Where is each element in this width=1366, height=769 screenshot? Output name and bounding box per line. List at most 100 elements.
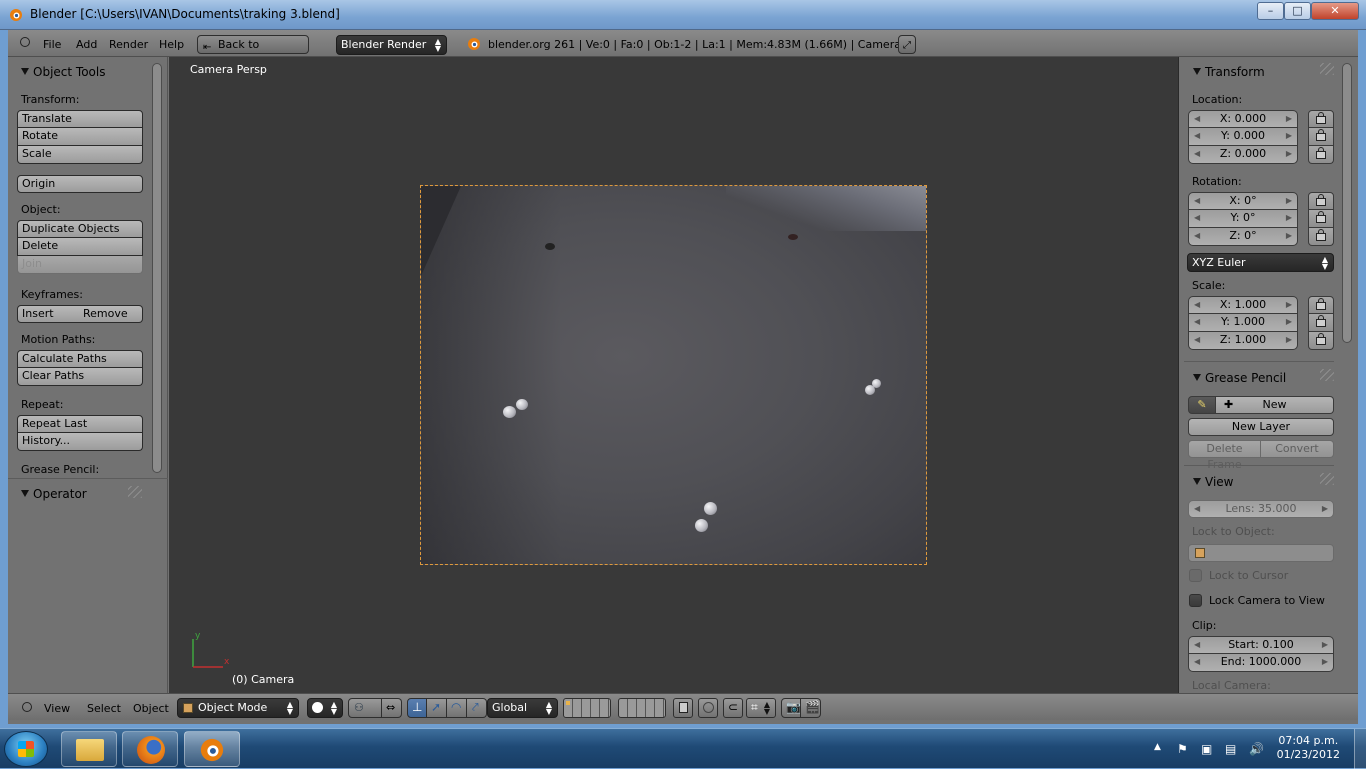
- transform-panel-header[interactable]: Transform: [1180, 61, 1340, 85]
- taskbar-blender[interactable]: [184, 731, 240, 767]
- scene-layers-group-2[interactable]: [618, 698, 666, 718]
- location-z-field[interactable]: ◀ Z: 0.000 ▶: [1188, 146, 1298, 164]
- menu-view[interactable]: View: [44, 702, 70, 715]
- lens-field[interactable]: ◀ Lens: 35.000 ▶: [1188, 500, 1334, 518]
- join-button[interactable]: Join: [17, 256, 143, 274]
- device-icon[interactable]: ▣: [1201, 742, 1212, 756]
- proportional-editing-button[interactable]: [698, 698, 718, 718]
- rotation-mode-select[interactable]: XYZ Euler ▲ ▼: [1187, 253, 1334, 272]
- render-animation-button[interactable]: 🎬: [801, 698, 821, 718]
- translate-button[interactable]: Translate: [17, 110, 143, 128]
- manipulator-toggle[interactable]: ⇔: [382, 698, 402, 718]
- view-panel-header[interactable]: View: [1180, 471, 1340, 495]
- location-y-field[interactable]: ◀ Y: 0.000 ▶: [1188, 128, 1298, 146]
- history-button[interactable]: History...: [17, 433, 143, 451]
- origin-button[interactable]: Origin: [17, 175, 143, 193]
- rotation-z-field[interactable]: ◀ Z: 0° ▶: [1188, 228, 1298, 246]
- delete-button[interactable]: Delete: [17, 238, 143, 256]
- lock-location-z-button[interactable]: [1308, 146, 1334, 164]
- menu-add[interactable]: Add: [76, 38, 97, 51]
- lock-scale-z-button[interactable]: [1308, 332, 1334, 350]
- taskbar-firefox[interactable]: [122, 731, 178, 767]
- lock-rotation-z-button[interactable]: [1308, 228, 1334, 246]
- lock-location-x-button[interactable]: [1308, 110, 1334, 128]
- render-engine-select[interactable]: Blender Render ▲ ▼: [336, 35, 447, 55]
- lock-rotation-y-button[interactable]: [1308, 210, 1334, 228]
- panel-expanded-icon: [1193, 478, 1201, 485]
- object-tools-panel-header[interactable]: Object Tools: [8, 61, 168, 85]
- mode-select[interactable]: Object Mode ▲ ▼: [177, 698, 299, 718]
- grease-pencil-panel-header[interactable]: Grease Pencil: [1180, 367, 1340, 391]
- panel-drag-grip[interactable]: [1320, 369, 1334, 381]
- manipulator-scale-button[interactable]: ◠: [447, 698, 467, 718]
- lock-location-y-button[interactable]: [1308, 128, 1334, 146]
- grease-pencil-new-button[interactable]: ✚ New: [1216, 396, 1334, 414]
- duplicate-objects-button[interactable]: Duplicate Objects: [17, 220, 143, 238]
- rotation-y-field[interactable]: ◀ Y: 0° ▶: [1188, 210, 1298, 228]
- repeat-last-button[interactable]: Repeat Last: [17, 415, 143, 433]
- close-button[interactable]: ✕: [1311, 2, 1359, 20]
- editor-type-icon[interactable]: [22, 702, 32, 712]
- delete-frame-button[interactable]: Delete Frame: [1188, 440, 1261, 471]
- convert-button[interactable]: Convert: [1261, 440, 1334, 458]
- toolshelf-scrollbar[interactable]: [152, 63, 162, 473]
- fullscreen-button[interactable]: ⤢: [898, 35, 916, 54]
- clip-end-field[interactable]: ◀ End: 1000.000 ▶: [1188, 654, 1334, 672]
- scale-z-field[interactable]: ◀ Z: 1.000 ▶: [1188, 332, 1298, 350]
- properties-scrollbar[interactable]: [1342, 63, 1352, 343]
- clip-start-field[interactable]: ◀ Start: 0.100 ▶: [1188, 636, 1334, 654]
- lock-to-cursor-checkbox[interactable]: [1189, 569, 1202, 582]
- lock-rotation-x-button[interactable]: [1308, 192, 1334, 210]
- 3d-viewport[interactable]: Camera Persp y x (0) Camera: [169, 57, 1179, 693]
- clear-paths-button[interactable]: Clear Paths: [17, 368, 143, 386]
- editor-type-icon[interactable]: [20, 37, 30, 47]
- menu-help[interactable]: Help: [159, 38, 184, 51]
- lock-scale-y-button[interactable]: [1308, 314, 1334, 332]
- back-to-previous-button[interactable]: ⇤ Back to Previous: [197, 35, 309, 68]
- background-corner: [421, 186, 461, 276]
- snap-element-select[interactable]: ⌗ ▲ ▼: [746, 698, 776, 718]
- taskbar-explorer[interactable]: [61, 731, 117, 767]
- menu-render[interactable]: Render: [109, 38, 148, 51]
- insert-keyframe-button[interactable]: Insert: [17, 305, 80, 323]
- minimize-button[interactable]: –: [1257, 2, 1284, 20]
- manipulator-translate-button[interactable]: ⊥: [407, 698, 427, 718]
- new-layer-button[interactable]: New Layer: [1188, 418, 1334, 436]
- panel-drag-grip[interactable]: [128, 486, 142, 498]
- scale-x-field[interactable]: ◀ X: 1.000 ▶: [1188, 296, 1298, 314]
- panel-drag-grip[interactable]: [1320, 63, 1334, 75]
- location-x-field[interactable]: ◀ X: 0.000 ▶: [1188, 110, 1298, 128]
- pivot-point-select[interactable]: ⚇: [348, 698, 382, 718]
- maximize-button[interactable]: □: [1284, 2, 1311, 20]
- flag-icon[interactable]: ⚑: [1177, 742, 1188, 756]
- remove-keyframe-button[interactable]: Remove: [79, 305, 143, 323]
- menu-object[interactable]: Object: [133, 702, 169, 715]
- calculate-paths-button[interactable]: Calculate Paths: [17, 350, 143, 368]
- operator-panel-header[interactable]: Operator: [8, 483, 168, 507]
- scene-layers-group-1[interactable]: [563, 698, 611, 718]
- manipulator-extra-button[interactable]: ⤤: [467, 698, 487, 718]
- grease-pencil-draw-button[interactable]: ✎: [1188, 396, 1216, 414]
- lock-layers-button[interactable]: [673, 698, 693, 718]
- show-hidden-icons-icon[interactable]: ▲: [1154, 742, 1161, 752]
- scale-button[interactable]: Scale: [17, 146, 143, 164]
- snap-toggle-button[interactable]: ⊂: [723, 698, 743, 718]
- network-icon[interactable]: ▤: [1225, 742, 1236, 756]
- lock-camera-to-view-checkbox[interactable]: [1189, 594, 1202, 607]
- speaker-icon[interactable]: 🔊: [1249, 742, 1264, 756]
- transform-orientation-select[interactable]: Global ▲ ▼: [487, 698, 558, 718]
- panel-drag-grip[interactable]: [1320, 473, 1334, 485]
- lock-scale-x-button[interactable]: [1308, 296, 1334, 314]
- rotate-button[interactable]: Rotate: [17, 128, 143, 146]
- menu-file[interactable]: File: [43, 38, 61, 51]
- viewport-shading-select[interactable]: ▲ ▼: [307, 698, 343, 718]
- render-still-button[interactable]: 📷: [781, 698, 801, 718]
- rotation-x-field[interactable]: ◀ X: 0° ▶: [1188, 192, 1298, 210]
- scale-y-field[interactable]: ◀ Y: 1.000 ▶: [1188, 314, 1298, 332]
- lock-to-object-field[interactable]: [1188, 544, 1334, 562]
- menu-select[interactable]: Select: [87, 702, 121, 715]
- manipulator-rotate-button[interactable]: ➚: [427, 698, 447, 718]
- show-desktop-button[interactable]: [1354, 729, 1366, 769]
- start-button[interactable]: [4, 731, 48, 767]
- system-clock[interactable]: 07:04 p.m. 01/23/2012: [1277, 734, 1340, 762]
